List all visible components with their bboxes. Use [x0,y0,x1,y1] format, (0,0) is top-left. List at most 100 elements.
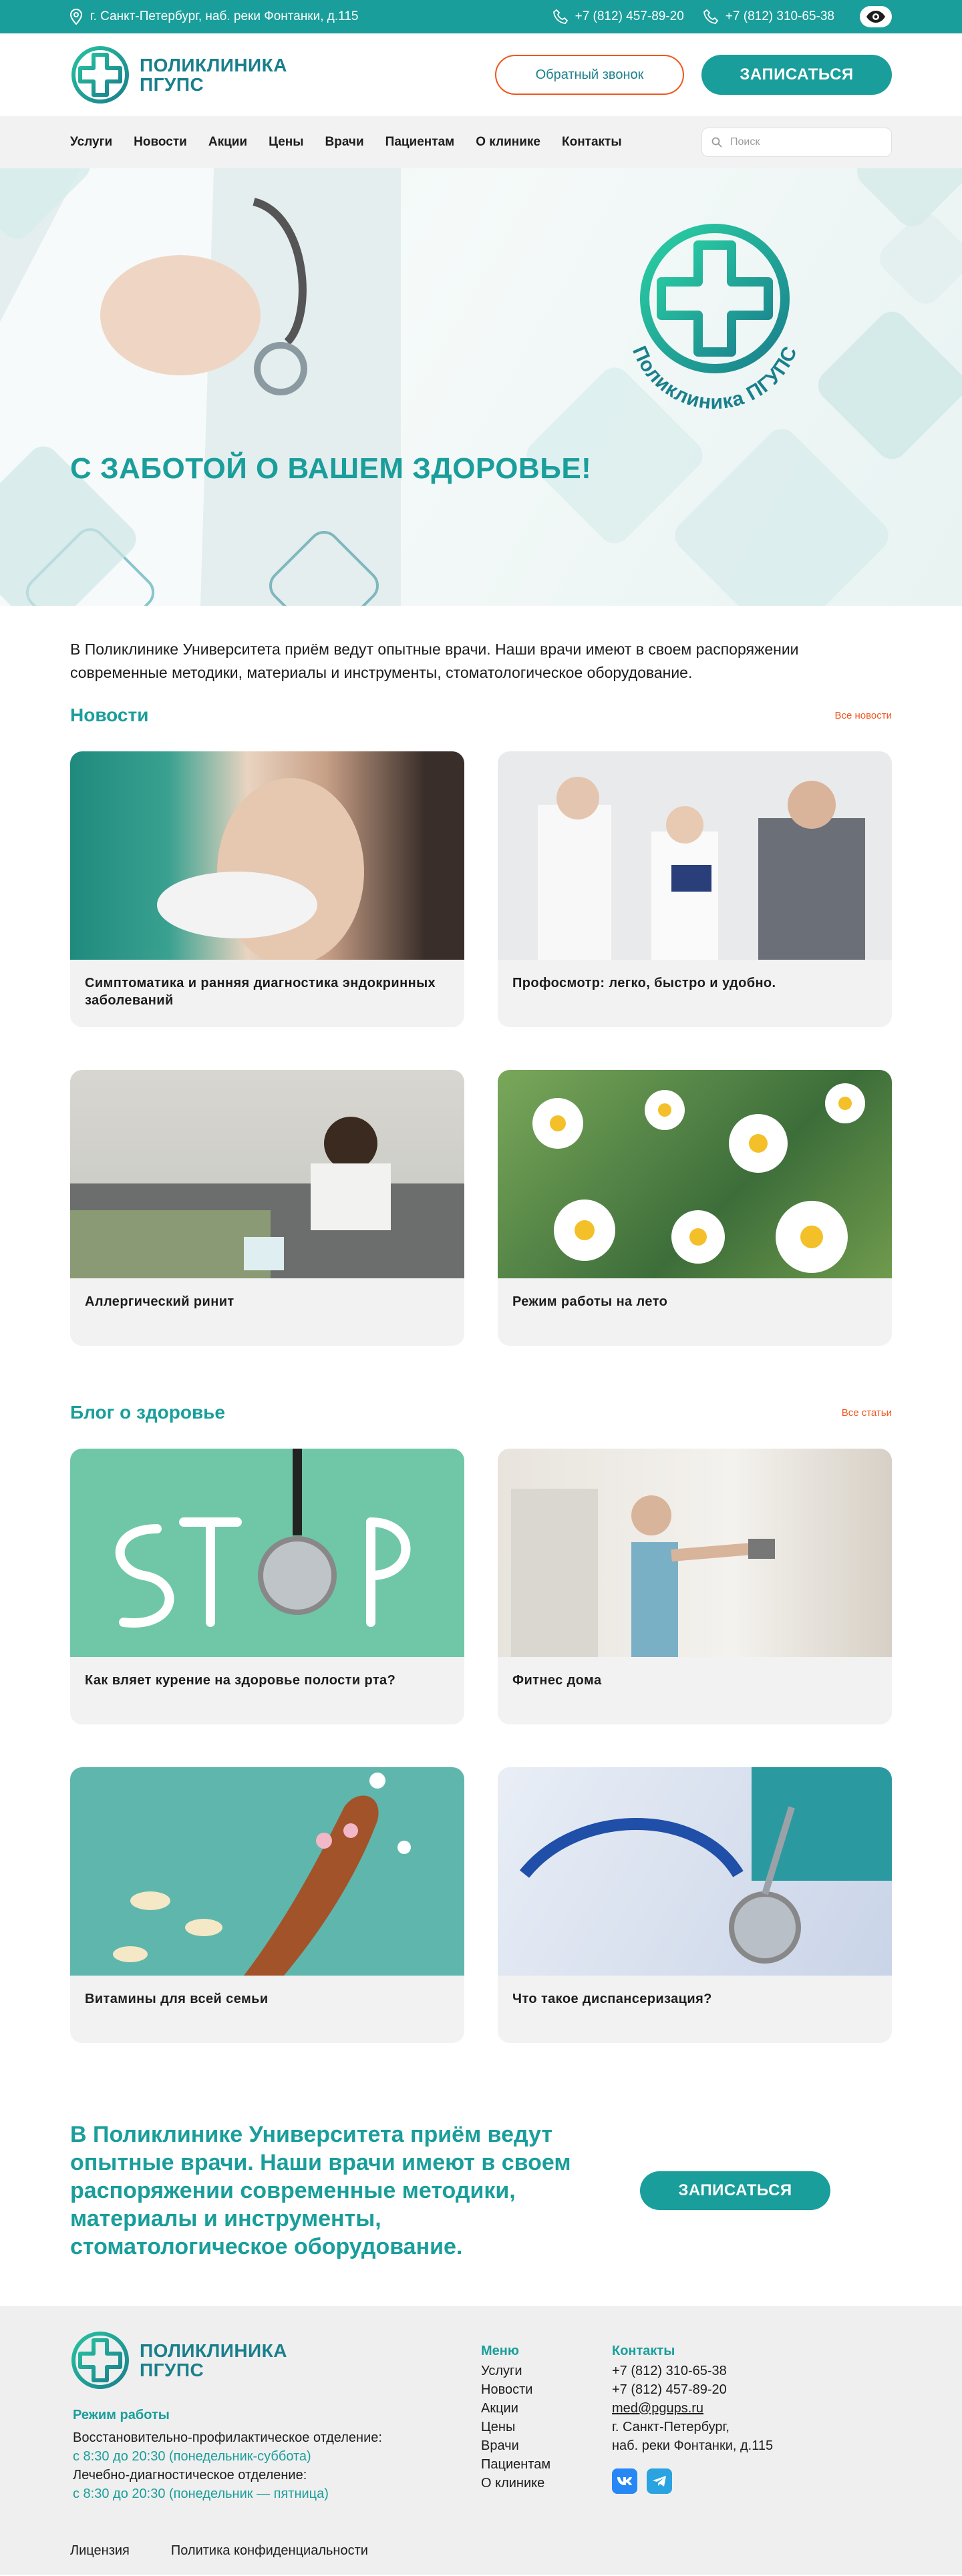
footer-bottom-links: Лицензия Политика конфиденциальности [70,2541,368,2560]
news-card[interactable]: Симптоматика и ранняя диагностика эндокр… [70,751,464,1027]
nav-item-doctors[interactable]: Врачи [325,135,364,150]
footer-menu-item[interactable]: О клинике [481,2474,550,2493]
phone-link-1[interactable]: +7 (812) 457-89-20 [552,9,684,25]
logo[interactable]: ПОЛИКЛИНИКА ПГУПС [70,45,287,105]
blog-image-stop-smoking [70,1449,464,1657]
news-card[interactable]: Режим работы на лето [498,1070,892,1346]
footer: ПОЛИКЛИНИКА ПГУПС Режим работы Восстанов… [0,2306,962,2575]
blog-title: Блог о здоровье [70,1402,225,1423]
accessibility-button[interactable] [860,6,892,27]
blog-card-title: Что такое диспансеризация? [512,1992,712,2006]
blog-card[interactable]: Витамины для всей семьи [70,1767,464,2043]
address-text: г. Санкт-Петербург, наб. реки Фонтанки, … [90,9,359,23]
news-image-daisies [498,1070,892,1278]
news-card-title: Симптоматика и ранняя диагностика эндокр… [85,976,436,1008]
phone-2-text: +7 (812) 310-65-38 [725,9,834,23]
footer-menu-item[interactable]: Врачи [481,2436,550,2455]
search-input[interactable]: Поиск [701,128,892,157]
footer-contacts: Контакты +7 (812) 310-65-38 +7 (812) 457… [612,2344,773,2494]
vk-icon[interactable] [612,2468,637,2494]
nav-item-promos[interactable]: Акции [208,135,247,150]
blog-grid: Как вляет курение на здоровье полости рт… [70,1449,892,2043]
news-card-title: Профосмотр: легко, быстро и удобно. [512,976,776,990]
blog-card[interactable]: Что такое диспансеризация? [498,1767,892,2043]
hero-banner: Поликлиника ПГУПС С ЗАБОТОЙ О ВАШЕМ ЗДОР… [0,168,962,606]
hero-shape [811,305,962,466]
blog-card[interactable]: Как вляет курение на здоровье полости рт… [70,1449,464,1724]
news-image-throat [70,751,464,960]
news-title: Новости [70,705,149,725]
nav-item-services[interactable]: Услуги [70,135,112,150]
nav-item-patients[interactable]: Пациентам [385,135,455,150]
hero-logo-emblem-icon: Поликлиника ПГУПС [628,224,801,413]
dept-1-hours: с 8:30 до 20:30 (понедельник-суббота) [73,2449,311,2464]
contacts-title: Контакты [612,2344,675,2358]
footer-menu-item[interactable]: Новости [481,2380,550,2399]
news-card[interactable]: Аллергический ринит [70,1070,464,1346]
working-hours: Режим работы Восстановительно-профилакти… [73,2408,382,2503]
privacy-link[interactable]: Политика конфиденциальности [171,2541,368,2560]
hours-title: Режим работы [73,2408,170,2422]
news-section-header: Новости Все новости [70,705,892,726]
news-image-doctors [498,751,892,960]
phone-1-text: +7 (812) 457-89-20 [575,9,684,23]
footer-logo-line-2: ПГУПС [140,2360,204,2380]
footer-menu-item[interactable]: Цены [481,2418,550,2436]
hero-shape [850,168,962,233]
all-news-link[interactable]: Все новости [834,710,892,721]
address: г. Санкт-Петербург, наб. реки Фонтанки, … [70,9,358,25]
logo-line-1: ПОЛИКЛИНИКА [140,55,287,75]
blog-card[interactable]: Фитнес дома [498,1449,892,1724]
hero-title: С ЗАБОТОЙ О ВАШЕМ ЗДОРОВЬЕ! [70,452,592,485]
footer-menu-item[interactable]: Услуги [481,2362,550,2380]
search-placeholder: Поиск [730,136,760,148]
hero-shape [668,422,895,606]
main-nav: Услуги Новости Акции Цены Врачи Пациента… [0,116,962,168]
news-card-title: Аллергический ринит [85,1294,234,1309]
footer-email[interactable]: med@pgups.ru [612,2399,773,2418]
eye-icon [866,11,885,23]
footer-phone-1[interactable]: +7 (812) 310-65-38 [612,2362,773,2380]
footer-address-2: наб. реки Фонтанки, д.115 [612,2438,774,2453]
phone-icon [703,9,718,24]
cta-text: В Поликлинике Университета приём ведут о… [70,2122,571,2259]
all-articles-link[interactable]: Все статьи [842,1407,892,1419]
callback-button[interactable]: Обратный звонок [495,55,684,95]
nav-item-contacts[interactable]: Контакты [562,135,622,150]
location-pin-icon [70,9,82,25]
footer-menu: Меню Услуги Новости Акции Цены Врачи Пац… [481,2344,550,2493]
footer-menu-item[interactable]: Пациентам [481,2455,550,2474]
signup-button[interactable]: ЗАПИСАТЬСЯ [701,55,892,95]
footer-address-1: г. Санкт-Петербург, [612,2420,730,2434]
footer-logo[interactable]: ПОЛИКЛИНИКА ПГУПС [70,2330,287,2390]
hero-logo: Поликлиника ПГУПС [601,215,828,439]
dept-2: Лечебно-диагностическое отделение: [73,2468,307,2482]
nav-item-news[interactable]: Новости [134,135,187,150]
blog-image-stethoscope [498,1767,892,1976]
phone-icon [552,9,568,24]
cta-section: В Поликлинике Университета приём ведут о… [70,2107,892,2274]
footer-menu-item[interactable]: Акции [481,2399,550,2418]
footer-phone-2[interactable]: +7 (812) 457-89-20 [612,2380,773,2399]
blog-section-header: Блог о здоровье Все статьи [70,1402,892,1423]
intro-text: В Поликлинике Университета приём ведут о… [70,640,799,681]
logo-cross-icon [71,46,129,104]
phone-link-2[interactable]: +7 (812) 310-65-38 [703,9,834,25]
menu-title: Меню [481,2344,519,2358]
nav-item-prices[interactable]: Цены [269,135,303,150]
blog-card-title: Фитнес дома [512,1673,602,1688]
dept-1: Восстановительно-профилактическое отделе… [73,2430,382,2445]
blog-card-title: Как вляет курение на здоровье полости рт… [85,1673,396,1688]
logo-line-2: ПГУПС [140,74,204,95]
telegram-icon[interactable] [647,2468,672,2494]
footer-logo-line-1: ПОЛИКЛИНИКА [140,2340,287,2361]
blog-image-vitamins [70,1767,464,1976]
news-image-allergy [70,1070,464,1278]
blog-card-title: Витамины для всей семьи [85,1992,269,2006]
news-card[interactable]: Профосмотр: легко, быстро и удобно. [498,751,892,1027]
license-link[interactable]: Лицензия [70,2541,130,2560]
top-bar: г. Санкт-Петербург, наб. реки Фонтанки, … [0,0,962,33]
search-icon [711,137,722,148]
cta-signup-button[interactable]: ЗАПИСАТЬСЯ [640,2171,830,2210]
nav-item-about[interactable]: О клинике [476,135,540,150]
